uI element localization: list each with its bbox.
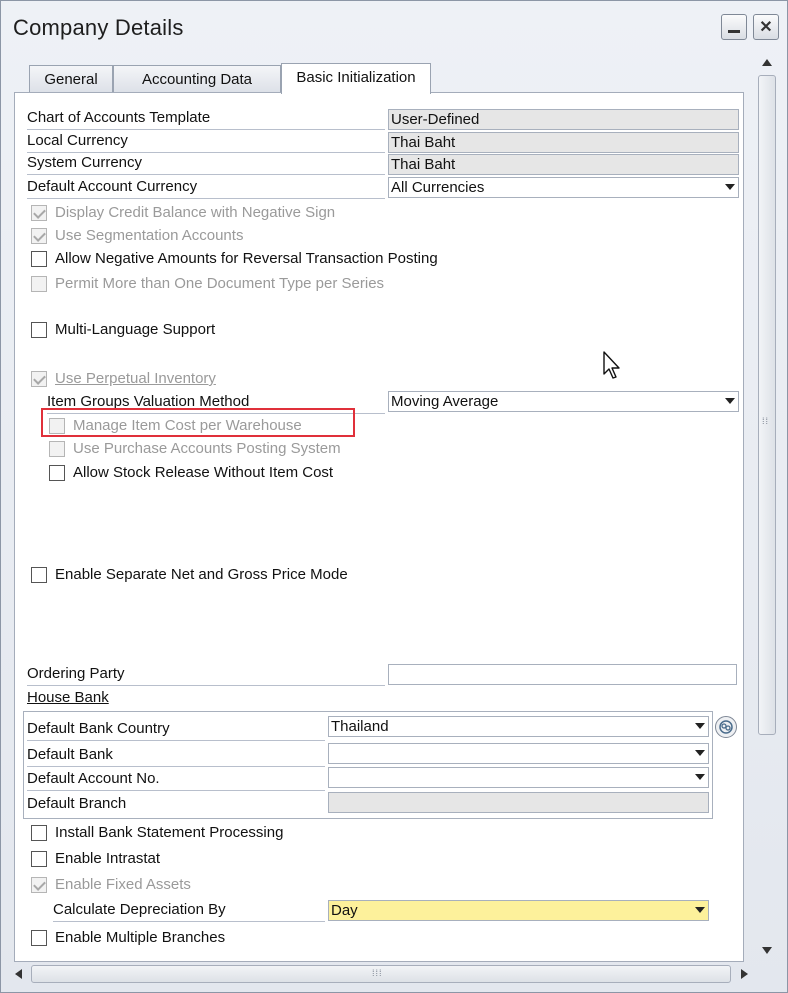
row-divider (27, 152, 385, 153)
scroll-right-button[interactable] (733, 965, 755, 983)
default-account-no-label: Default Account No. (27, 770, 160, 787)
arrow-down-icon (762, 946, 772, 954)
tab-general[interactable]: General (29, 65, 113, 92)
window-title: Company Details (13, 15, 184, 40)
row-divider (27, 685, 385, 686)
negative-reversal-checkbox[interactable] (31, 250, 47, 267)
arrow-up-icon (762, 58, 772, 66)
intrastat-option[interactable]: Enable Intrastat (31, 850, 160, 867)
arrow-left-icon (14, 969, 22, 979)
row-divider (27, 766, 325, 767)
perpetual-inventory-option: Use Perpetual Inventory (31, 370, 216, 387)
link-icon[interactable] (715, 716, 737, 738)
credit-balance-negative-option: Display Credit Balance with Negative Sig… (31, 204, 335, 221)
chevron-down-icon (695, 750, 705, 756)
title-bar: Company Details ✕ (1, 1, 787, 51)
net-gross-price-checkbox[interactable] (31, 566, 47, 583)
scroll-down-button[interactable] (756, 941, 778, 959)
horizontal-scrollbar[interactable]: ⁞⁞⁞ (7, 963, 755, 985)
fixed-assets-checkbox (31, 876, 47, 893)
vertical-scroll-thumb[interactable]: ⁞⁞ (758, 75, 776, 735)
highlight-box (41, 408, 355, 437)
valuation-method-dropdown[interactable]: Moving Average (388, 391, 739, 412)
multi-doc-type-option: Permit More than One Document Type per S… (31, 275, 384, 292)
multi-language-option[interactable]: Multi-Language Support (31, 321, 215, 338)
intrastat-checkbox[interactable] (31, 850, 47, 867)
chevron-down-icon (695, 723, 705, 729)
multiple-branches-checkbox[interactable] (31, 929, 47, 946)
row-divider (53, 921, 325, 922)
default-bank-country-label: Default Bank Country (27, 720, 170, 737)
tab-basic-initialization[interactable]: Basic Initialization (281, 63, 431, 94)
minimize-button[interactable] (721, 14, 747, 40)
default-bank-country-dropdown[interactable]: Thailand (328, 716, 709, 737)
default-branch-field (328, 792, 709, 813)
system-currency-field: Thai Baht (388, 154, 739, 175)
chart-template-field: User-Defined (388, 109, 739, 130)
house-bank-link[interactable]: House Bank (27, 689, 109, 706)
purchase-accounts-checkbox (49, 440, 65, 457)
grip-icon: ⁞⁞⁞ (372, 968, 383, 978)
segmentation-option: Use Segmentation Accounts (31, 227, 243, 244)
bank-statement-checkbox[interactable] (31, 824, 47, 841)
ordering-party-input[interactable] (388, 664, 737, 685)
chevron-down-icon (695, 907, 705, 913)
default-bank-dropdown[interactable] (328, 743, 709, 764)
row-divider (27, 174, 385, 175)
horizontal-scroll-thumb[interactable]: ⁞⁞⁞ (31, 965, 731, 983)
multiple-branches-option[interactable]: Enable Multiple Branches (31, 929, 225, 946)
fixed-assets-option: Enable Fixed Assets (31, 876, 191, 893)
grip-icon: ⁞⁞ (762, 416, 770, 426)
multi-language-checkbox[interactable] (31, 321, 47, 338)
bank-statement-option[interactable]: Install Bank Statement Processing (31, 824, 283, 841)
chevron-down-icon (725, 184, 735, 190)
chevron-down-icon (725, 398, 735, 404)
row-divider (27, 198, 385, 199)
scroll-left-button[interactable] (7, 965, 29, 983)
default-account-currency-label: Default Account Currency (27, 178, 198, 195)
minimize-icon (728, 29, 740, 33)
chart-template-label: Chart of Accounts Template (27, 109, 211, 126)
system-currency-label: System Currency (27, 154, 143, 171)
multi-doc-type-checkbox (31, 275, 47, 292)
default-account-no-dropdown[interactable] (328, 767, 709, 788)
credit-balance-negative-checkbox (31, 204, 47, 221)
mouse-cursor-icon (603, 351, 620, 379)
basic-initialization-panel: Chart of Accounts Template User-Defined … (14, 92, 744, 962)
row-divider (27, 790, 325, 791)
close-button[interactable]: ✕ (753, 14, 779, 40)
local-currency-field: Thai Baht (388, 132, 739, 153)
default-branch-label: Default Branch (27, 795, 127, 812)
depreciation-by-dropdown[interactable]: Day (328, 900, 709, 921)
row-divider (27, 740, 325, 741)
stock-release-option[interactable]: Allow Stock Release Without Item Cost (49, 464, 333, 481)
vertical-scrollbar[interactable]: ⁞⁞ (756, 53, 778, 961)
scroll-up-button[interactable] (756, 53, 778, 71)
net-gross-price-option[interactable]: Enable Separate Net and Gross Price Mode (31, 566, 348, 583)
default-bank-label: Default Bank (27, 746, 113, 763)
company-details-window: Company Details ✕ General Accounting Dat… (0, 0, 788, 993)
tab-accounting-data[interactable]: Accounting Data (113, 65, 281, 92)
arrow-right-icon (740, 969, 748, 979)
perpetual-inventory-checkbox (31, 370, 47, 387)
default-account-currency-dropdown[interactable]: All Currencies (388, 177, 739, 198)
negative-reversal-option[interactable]: Allow Negative Amounts for Reversal Tran… (31, 250, 438, 267)
segmentation-checkbox (31, 227, 47, 244)
local-currency-label: Local Currency (27, 132, 128, 149)
stock-release-checkbox[interactable] (49, 464, 65, 481)
depreciation-by-label: Calculate Depreciation By (53, 901, 226, 918)
chevron-down-icon (695, 774, 705, 780)
close-icon: ✕ (759, 19, 773, 36)
purchase-accounts-option: Use Purchase Accounts Posting System (49, 440, 341, 457)
row-divider (27, 129, 385, 130)
ordering-party-label: Ordering Party (27, 665, 125, 682)
